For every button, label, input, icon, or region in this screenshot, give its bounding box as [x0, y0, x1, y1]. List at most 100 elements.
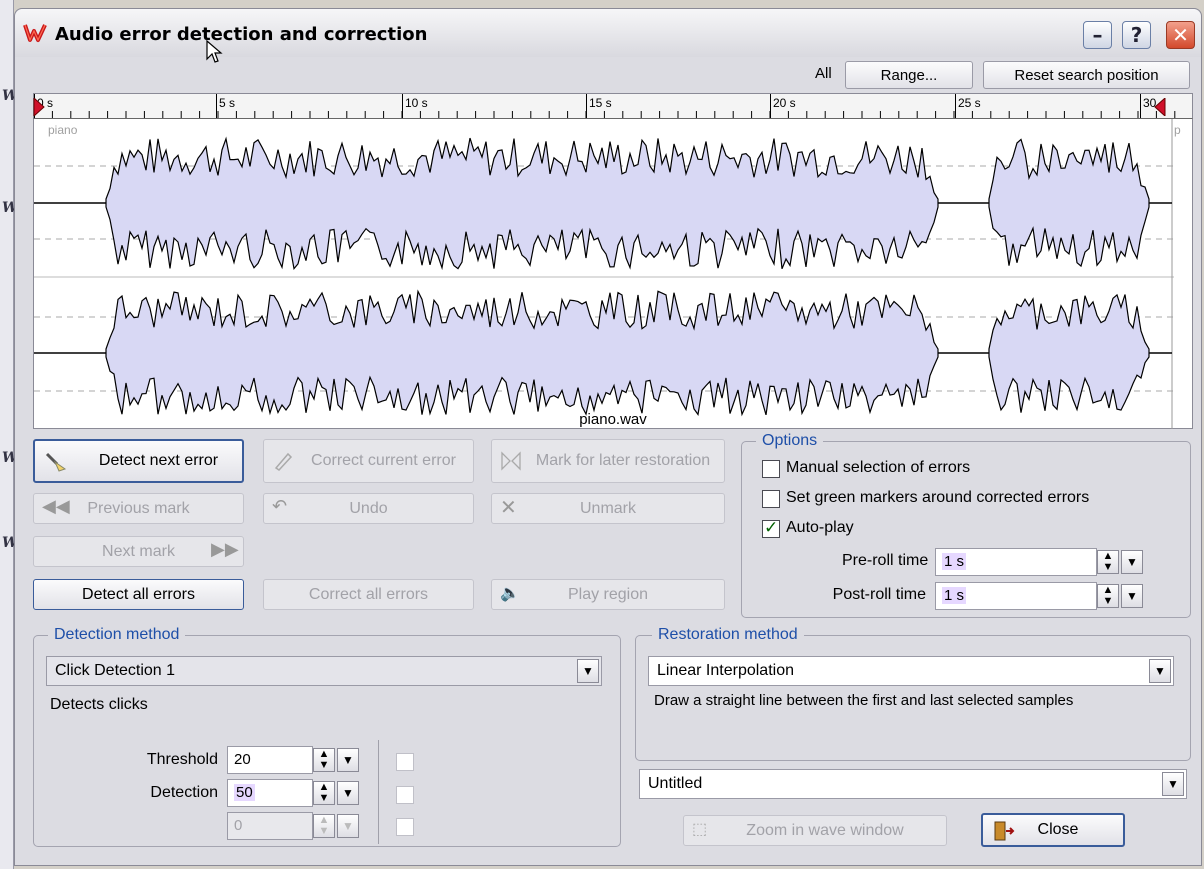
preroll-input[interactable]: 1 s [935, 548, 1097, 576]
close-button[interactable]: Close [981, 813, 1125, 847]
minimize-button[interactable]: – [1083, 21, 1112, 49]
detection-method-value: Click Detection 1 [55, 662, 176, 679]
postroll-label: Post-roll time [832, 586, 926, 603]
ruler-label: 10 s [405, 96, 428, 110]
ruler-label: 5 s [219, 96, 236, 110]
detection-label: Detection [150, 784, 218, 801]
postroll-spinner[interactable]: ▲ ▼ [1097, 584, 1119, 608]
chevron-down-icon[interactable]: ▼ [1162, 772, 1184, 796]
x-icon: ✕ [500, 497, 517, 519]
preset-value: Untitled [648, 775, 703, 792]
green-markers-checkbox[interactable] [762, 490, 780, 508]
threshold-dropdown-icon[interactable]: ▼ [337, 748, 359, 772]
ruler-label: 25 s [958, 96, 981, 110]
pencil-icon [274, 452, 293, 471]
rewind-icon: ◀◀ [42, 496, 70, 516]
auto-play-checkbox[interactable] [762, 518, 780, 538]
chevron-down-icon[interactable]: ▼ [1149, 659, 1171, 683]
detection-method-select[interactable]: Click Detection 1 ▼ [46, 656, 602, 686]
close-label: Close [1037, 821, 1079, 838]
manual-selection-label: Manual selection of errors [786, 459, 971, 476]
threshold-spinner[interactable]: ▲ ▼ [313, 748, 335, 772]
app-logo-icon [23, 24, 47, 42]
mark-for-later-restoration-button[interactable]: Mark for later restoration [491, 439, 725, 483]
detection-value: 50 [234, 784, 255, 801]
time-ruler[interactable]: 0 s 5 s 10 s 15 s 20 s 25 s 30 [33, 93, 1193, 119]
door-exit-icon [994, 821, 1015, 841]
zoom-label: Zoom in wave window [746, 821, 904, 839]
detection-spinner[interactable]: ▲ ▼ [313, 781, 335, 805]
third-parameter-checkbox[interactable] [396, 818, 414, 836]
wave-file-name: piano.wav [579, 411, 647, 428]
third-parameter-input[interactable]: 0 [227, 812, 313, 840]
mark-icon [501, 451, 521, 471]
preroll-spinner[interactable]: ▲ ▼ [1097, 550, 1119, 574]
ruler-label: 20 s [773, 96, 796, 110]
options-title: Options [756, 432, 824, 450]
play-region-button[interactable]: 🔈 Play region [491, 579, 725, 610]
correct-current-error-button[interactable]: Correct current error [263, 439, 474, 483]
end-marker-icon[interactable] [1154, 98, 1166, 116]
correct-all-errors-button[interactable]: Correct all errors [263, 579, 474, 610]
zoom-in-wave-window-button[interactable]: ⬚ Zoom in wave window [683, 815, 947, 846]
play-region-label: Play region [567, 585, 649, 603]
help-button[interactable]: ? [1122, 21, 1151, 49]
reset-search-position-button[interactable]: Reset search position [983, 61, 1190, 89]
waveform-canvas [34, 119, 1174, 429]
next-mark-button[interactable]: Next mark ▶▶ [33, 536, 244, 567]
third-parameter-spinner[interactable]: ▲ ▼ [313, 814, 335, 838]
third-parameter-dropdown-icon[interactable]: ▼ [337, 814, 359, 838]
previous-mark-label: Previous mark [87, 499, 190, 517]
unmark-label: Unmark [579, 499, 636, 517]
detect-all-errors-button[interactable]: Detect all errors [33, 579, 244, 610]
divider [378, 740, 379, 844]
threshold-value: 20 [234, 751, 251, 768]
manual-selection-checkbox[interactable] [762, 460, 780, 478]
all-label[interactable]: All [815, 65, 832, 82]
ruler-label: 15 s [589, 96, 612, 110]
start-marker-icon[interactable] [33, 98, 45, 116]
unmark-button[interactable]: ✕ Unmark [491, 493, 725, 524]
detection-method-title: Detection method [48, 626, 186, 644]
mark-for-later-restoration-label: Mark for later restoration [535, 452, 711, 469]
preroll-label: Pre-roll time [842, 552, 929, 569]
green-markers-label: Set green markers around corrected error… [786, 489, 1090, 506]
restoration-method-title: Restoration method [652, 626, 804, 644]
preroll-dropdown-icon[interactable]: ▼ [1121, 550, 1143, 574]
waveform-view[interactable]: piano p piano.wav [33, 119, 1193, 429]
threshold-input[interactable]: 20 [227, 746, 313, 774]
detection-input[interactable]: 50 [227, 779, 313, 807]
undo-icon: ↶ [272, 496, 288, 516]
dialog-window: Audio error detection and correction – ?… [14, 8, 1202, 866]
restoration-description: Draw a straight line between the first a… [654, 692, 1074, 709]
channel-1-wave [34, 136, 1172, 271]
postroll-value: 1 s [942, 587, 967, 604]
title-bar[interactable]: Audio error detection and correction – ?… [15, 9, 1201, 57]
chevron-down-icon[interactable]: ▼ [577, 659, 599, 683]
preset-select[interactable]: Untitled ▼ [639, 769, 1187, 799]
restoration-method-group: Restoration method Linear Interpolation … [635, 626, 1191, 761]
close-window-button[interactable]: ✕ [1166, 21, 1195, 49]
threshold-label: Threshold [146, 751, 218, 768]
postroll-input[interactable]: 1 s [935, 582, 1097, 610]
detection-description: Detects clicks [50, 696, 148, 713]
undo-label: Undo [349, 499, 388, 517]
correct-current-error-label: Correct current error [311, 452, 456, 469]
undo-button[interactable]: ↶ Undo [263, 493, 474, 524]
threshold-checkbox[interactable] [396, 753, 414, 771]
detect-next-error-button[interactable]: Detect next error [33, 439, 244, 483]
channel-2-wave [34, 289, 1172, 417]
range-button[interactable]: Range... [845, 61, 973, 89]
restoration-method-select[interactable]: Linear Interpolation ▼ [648, 656, 1174, 686]
fast-forward-icon: ▶▶ [211, 539, 239, 559]
detect-icon [45, 452, 67, 472]
detection-checkbox[interactable] [396, 786, 414, 804]
mouse-cursor-icon [206, 40, 223, 63]
third-parameter-value: 0 [234, 817, 243, 834]
speaker-icon: 🔈 [500, 585, 520, 602]
detection-dropdown-icon[interactable]: ▼ [337, 781, 359, 805]
ruler-ticks [34, 111, 1176, 118]
postroll-dropdown-icon[interactable]: ▼ [1121, 584, 1143, 608]
next-mark-label: Next mark [102, 542, 175, 560]
previous-mark-button[interactable]: ◀◀ Previous mark [33, 493, 244, 524]
